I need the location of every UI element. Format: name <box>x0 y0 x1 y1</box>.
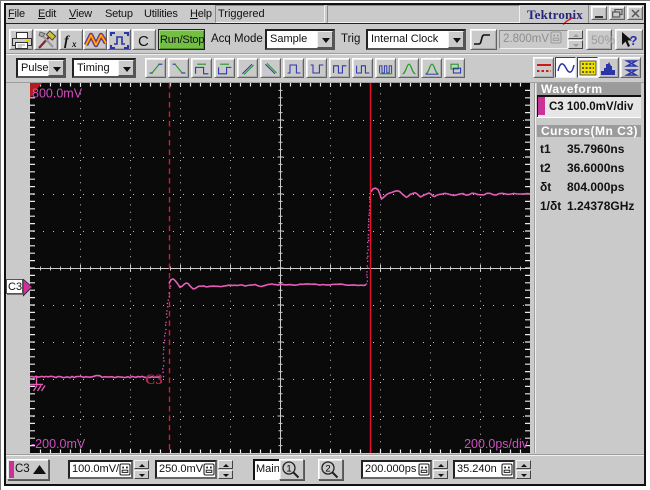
svg-text:C3: C3 <box>145 372 163 388</box>
svg-text:-200.0mV: -200.0mV <box>31 437 86 451</box>
svg-text:200.0ps/div: 200.0ps/div <box>464 437 529 451</box>
svg-text:1: 1 <box>286 464 291 475</box>
svg-text:f: f <box>64 34 70 49</box>
svg-text:x: x <box>71 39 77 49</box>
svg-text:?: ? <box>630 33 638 48</box>
svg-text:2: 2 <box>325 464 330 475</box>
svg-text:800.0mV: 800.0mV <box>32 87 83 101</box>
svg-text:C: C <box>138 33 149 50</box>
